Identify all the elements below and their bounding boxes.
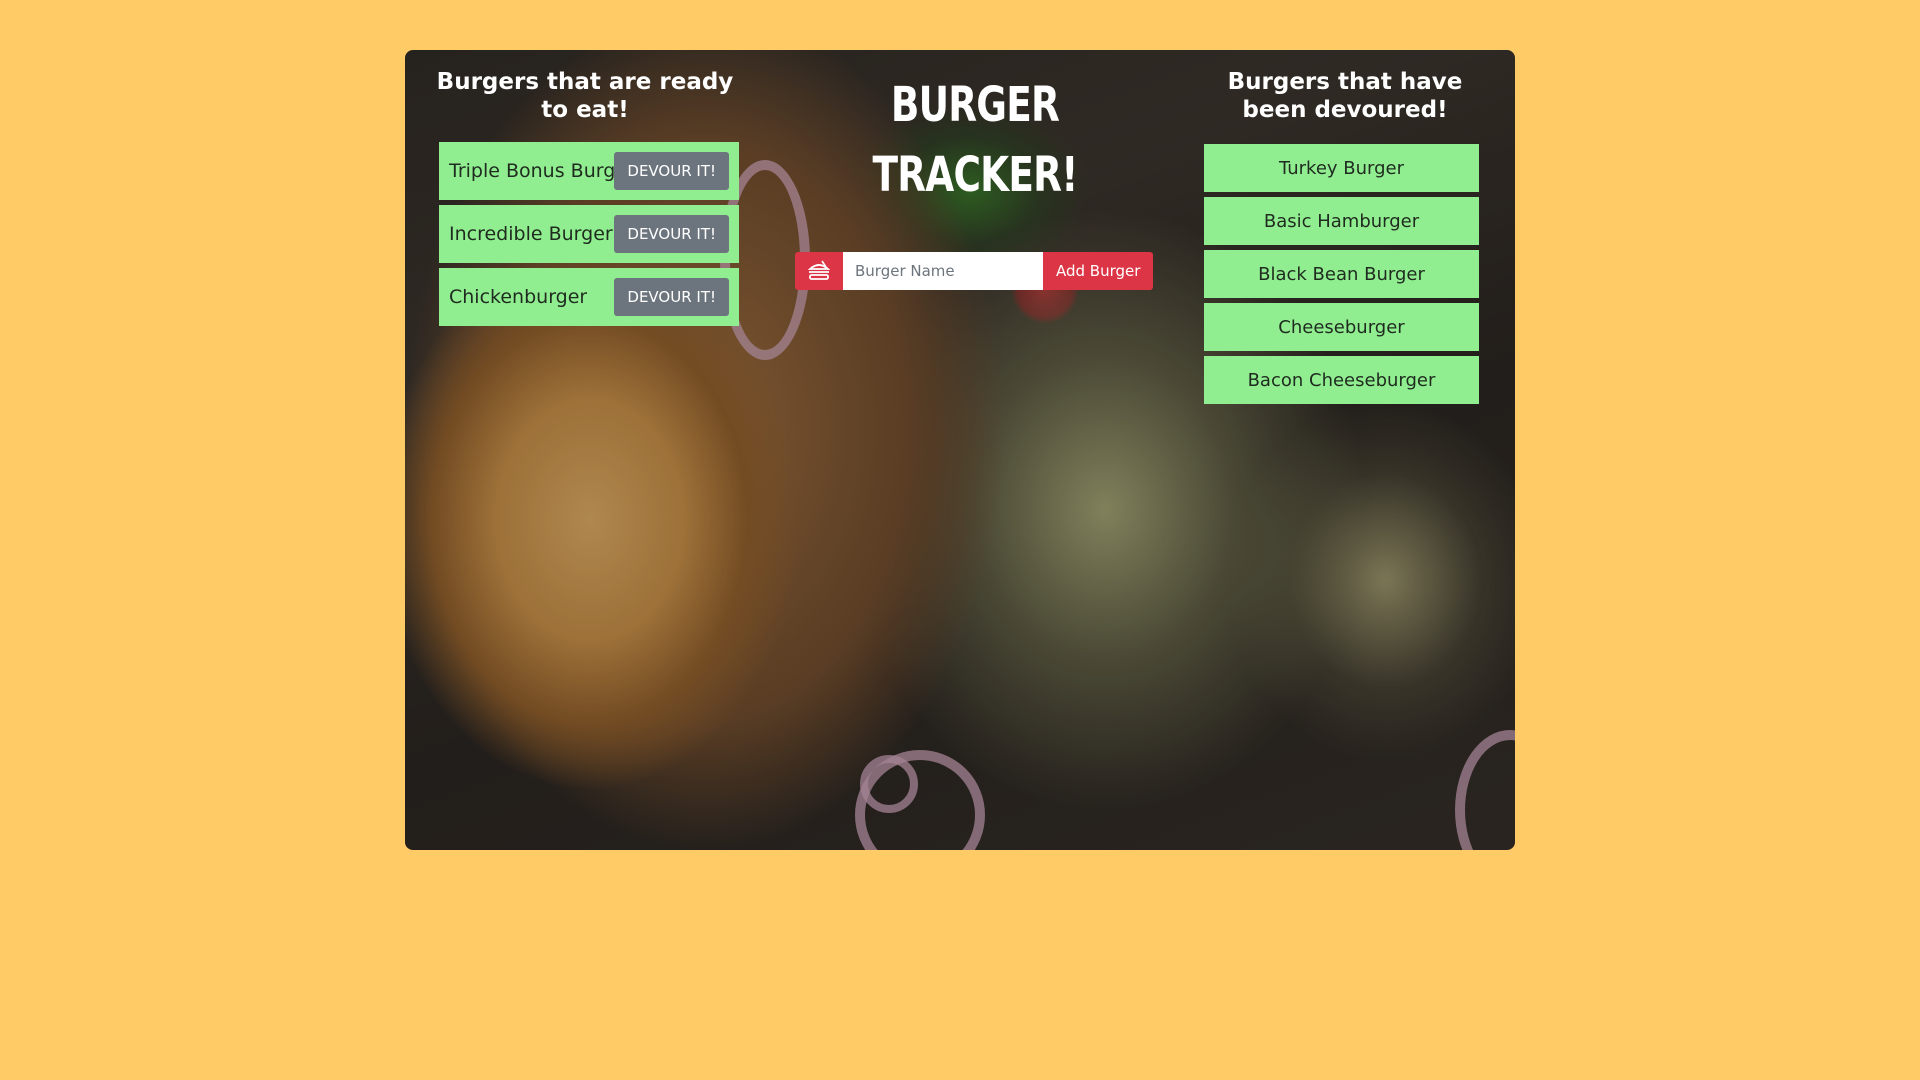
devoured-list-item: Basic Hamburger [1204, 197, 1479, 245]
devoured-list: Turkey Burger Basic Hamburger Black Bean… [1204, 144, 1479, 404]
devoured-list-item: Bacon Cheeseburger [1204, 356, 1479, 404]
ready-list-item: Chickenburger DEVOUR IT! [439, 268, 739, 326]
page-title: BURGER TRACKER! [872, 77, 1078, 203]
burger-name: Incredible Burger [449, 223, 613, 245]
devoured-list-item: Black Bean Burger [1204, 250, 1479, 298]
devour-button[interactable]: DEVOUR IT! [614, 215, 729, 253]
app-content: Burgers that are ready to eat! Triple Bo… [405, 50, 1515, 850]
devoured-heading: Burgers that have been devoured! [1227, 69, 1463, 123]
burger-icon [795, 252, 843, 290]
center-column: BURGER TRACKER! Add Burger [790, 70, 1160, 290]
ready-list-item: Triple Bonus Burger DEVOUR IT! [439, 142, 739, 200]
ready-list-item: Incredible Burger DEVOUR IT! [439, 205, 739, 263]
burger-name: Triple Bonus Burger [449, 160, 615, 182]
add-burger-form: Add Burger [795, 252, 1160, 290]
devoured-column: Burgers that have been devoured! Turkey … [1200, 68, 1490, 409]
add-burger-button[interactable]: Add Burger [1043, 252, 1154, 290]
burger-name: Chickenburger [449, 286, 588, 308]
devour-button[interactable]: DEVOUR IT! [614, 152, 729, 190]
burger-icon-graphic [807, 260, 831, 280]
devoured-list-item: Turkey Burger [1204, 144, 1479, 192]
devoured-list-item: Cheeseburger [1204, 303, 1479, 351]
background-panel: Burgers that are ready to eat! Triple Bo… [405, 50, 1515, 850]
ready-heading: Burgers that are ready to eat! [436, 69, 734, 123]
devour-button[interactable]: DEVOUR IT! [614, 278, 729, 316]
ready-list: Triple Bonus Burger DEVOUR IT! Incredibl… [439, 142, 739, 326]
ready-column: Burgers that are ready to eat! Triple Bo… [425, 68, 745, 331]
burger-name-input[interactable] [843, 252, 1043, 290]
